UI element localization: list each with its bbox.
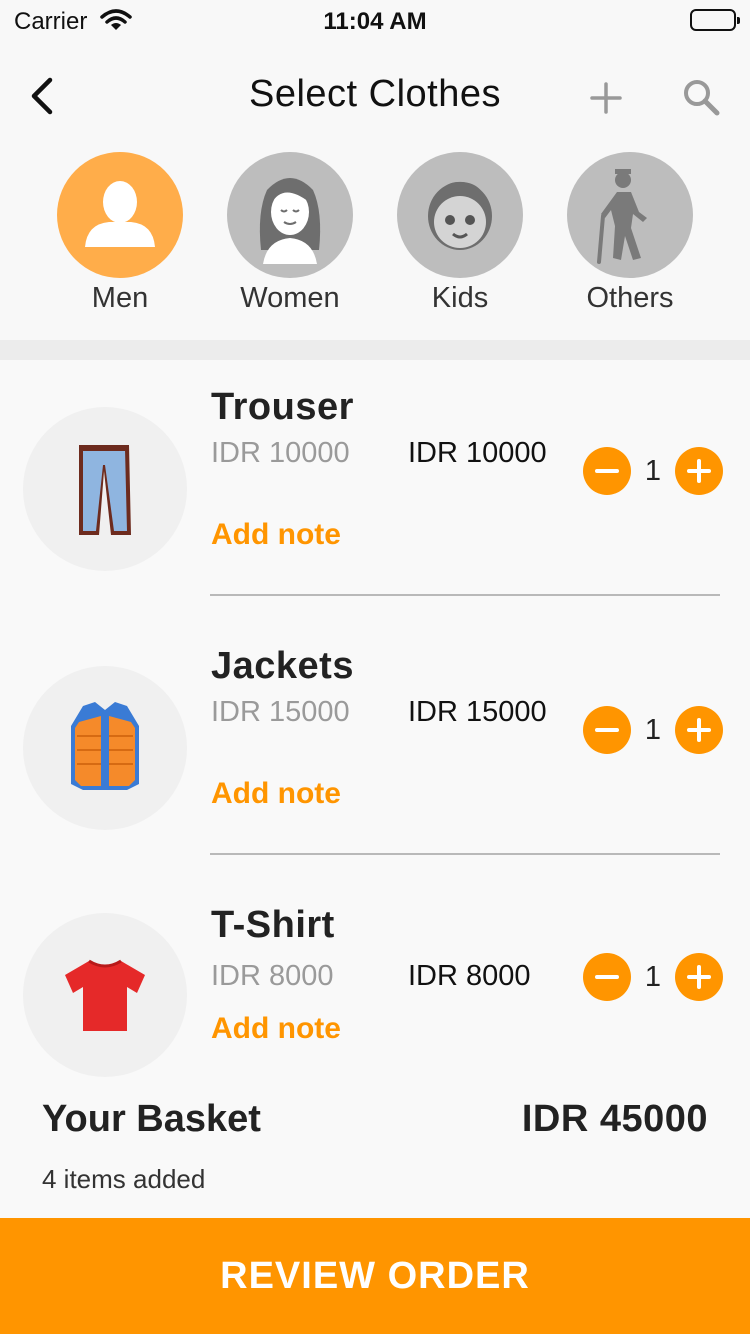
category-selector: Men Women Kids Others	[0, 150, 750, 340]
category-kids[interactable]: Kids	[390, 152, 530, 315]
product-name: Trouser	[211, 386, 354, 428]
jacket-icon	[71, 702, 139, 790]
category-kids-circle	[397, 152, 523, 278]
category-men-circle	[57, 152, 183, 278]
plus-icon	[590, 82, 622, 114]
increase-qty-button[interactable]	[675, 953, 723, 1001]
add-note-link[interactable]: Add note	[211, 518, 341, 552]
trouser-icon	[79, 445, 131, 535]
category-men[interactable]: Men	[50, 152, 190, 315]
basket-item-count: 4 items added	[42, 1164, 206, 1194]
category-others-circle	[567, 152, 693, 278]
product-price: IDR 8000	[408, 960, 531, 992]
quantity-value: 1	[644, 714, 662, 746]
quantity-value: 1	[644, 961, 662, 993]
kid-icon	[428, 181, 492, 250]
tshirt-icon	[65, 959, 145, 1031]
product-thumbnail	[23, 913, 187, 1077]
elderly-icon	[597, 169, 647, 264]
row-divider	[210, 853, 720, 855]
woman-icon	[259, 178, 321, 264]
man-icon	[85, 181, 155, 247]
category-label: Women	[240, 282, 340, 314]
add-note-link[interactable]: Add note	[211, 1012, 341, 1046]
decrease-qty-button[interactable]	[583, 706, 631, 754]
page-title: Select Clothes	[248, 73, 501, 115]
increase-qty-button[interactable]	[675, 706, 723, 754]
review-order-button[interactable]: REVIEW ORDER	[0, 1218, 750, 1334]
category-women[interactable]: Women	[220, 152, 360, 315]
product-name: Jackets	[211, 645, 354, 687]
product-price-original: IDR 10000	[211, 437, 350, 469]
decrease-qty-button[interactable]	[583, 447, 631, 495]
nav-bar: Select Clothes	[0, 40, 750, 150]
section-divider	[0, 340, 750, 360]
quantity-value: 1	[644, 455, 662, 487]
category-others[interactable]: Others	[560, 152, 700, 315]
add-button[interactable]	[586, 78, 626, 118]
product-price: IDR 10000	[408, 437, 547, 469]
clock: 11:04 AM	[323, 8, 427, 35]
product-price: IDR 15000	[408, 696, 547, 728]
increase-qty-button[interactable]	[675, 447, 723, 495]
row-divider	[210, 594, 720, 596]
category-label: Kids	[431, 282, 489, 314]
product-thumbnail	[23, 407, 187, 571]
search-button[interactable]	[680, 76, 722, 118]
basket-total: IDR 45000	[521, 1098, 708, 1140]
search-icon	[684, 80, 720, 116]
category-label: Others	[586, 282, 674, 314]
product-name: T-Shirt	[211, 904, 335, 946]
status-bar: Carrier 11:04 AM	[0, 0, 750, 40]
basket-title: Your Basket	[42, 1098, 261, 1140]
category-label: Men	[91, 282, 149, 314]
add-note-link[interactable]: Add note	[211, 777, 341, 811]
decrease-qty-button[interactable]	[583, 953, 631, 1001]
product-price-original: IDR 15000	[211, 696, 350, 728]
product-thumbnail	[23, 666, 187, 830]
battery-icon	[690, 9, 740, 31]
product-price-original: IDR 8000	[211, 960, 334, 992]
category-women-circle	[227, 152, 353, 278]
